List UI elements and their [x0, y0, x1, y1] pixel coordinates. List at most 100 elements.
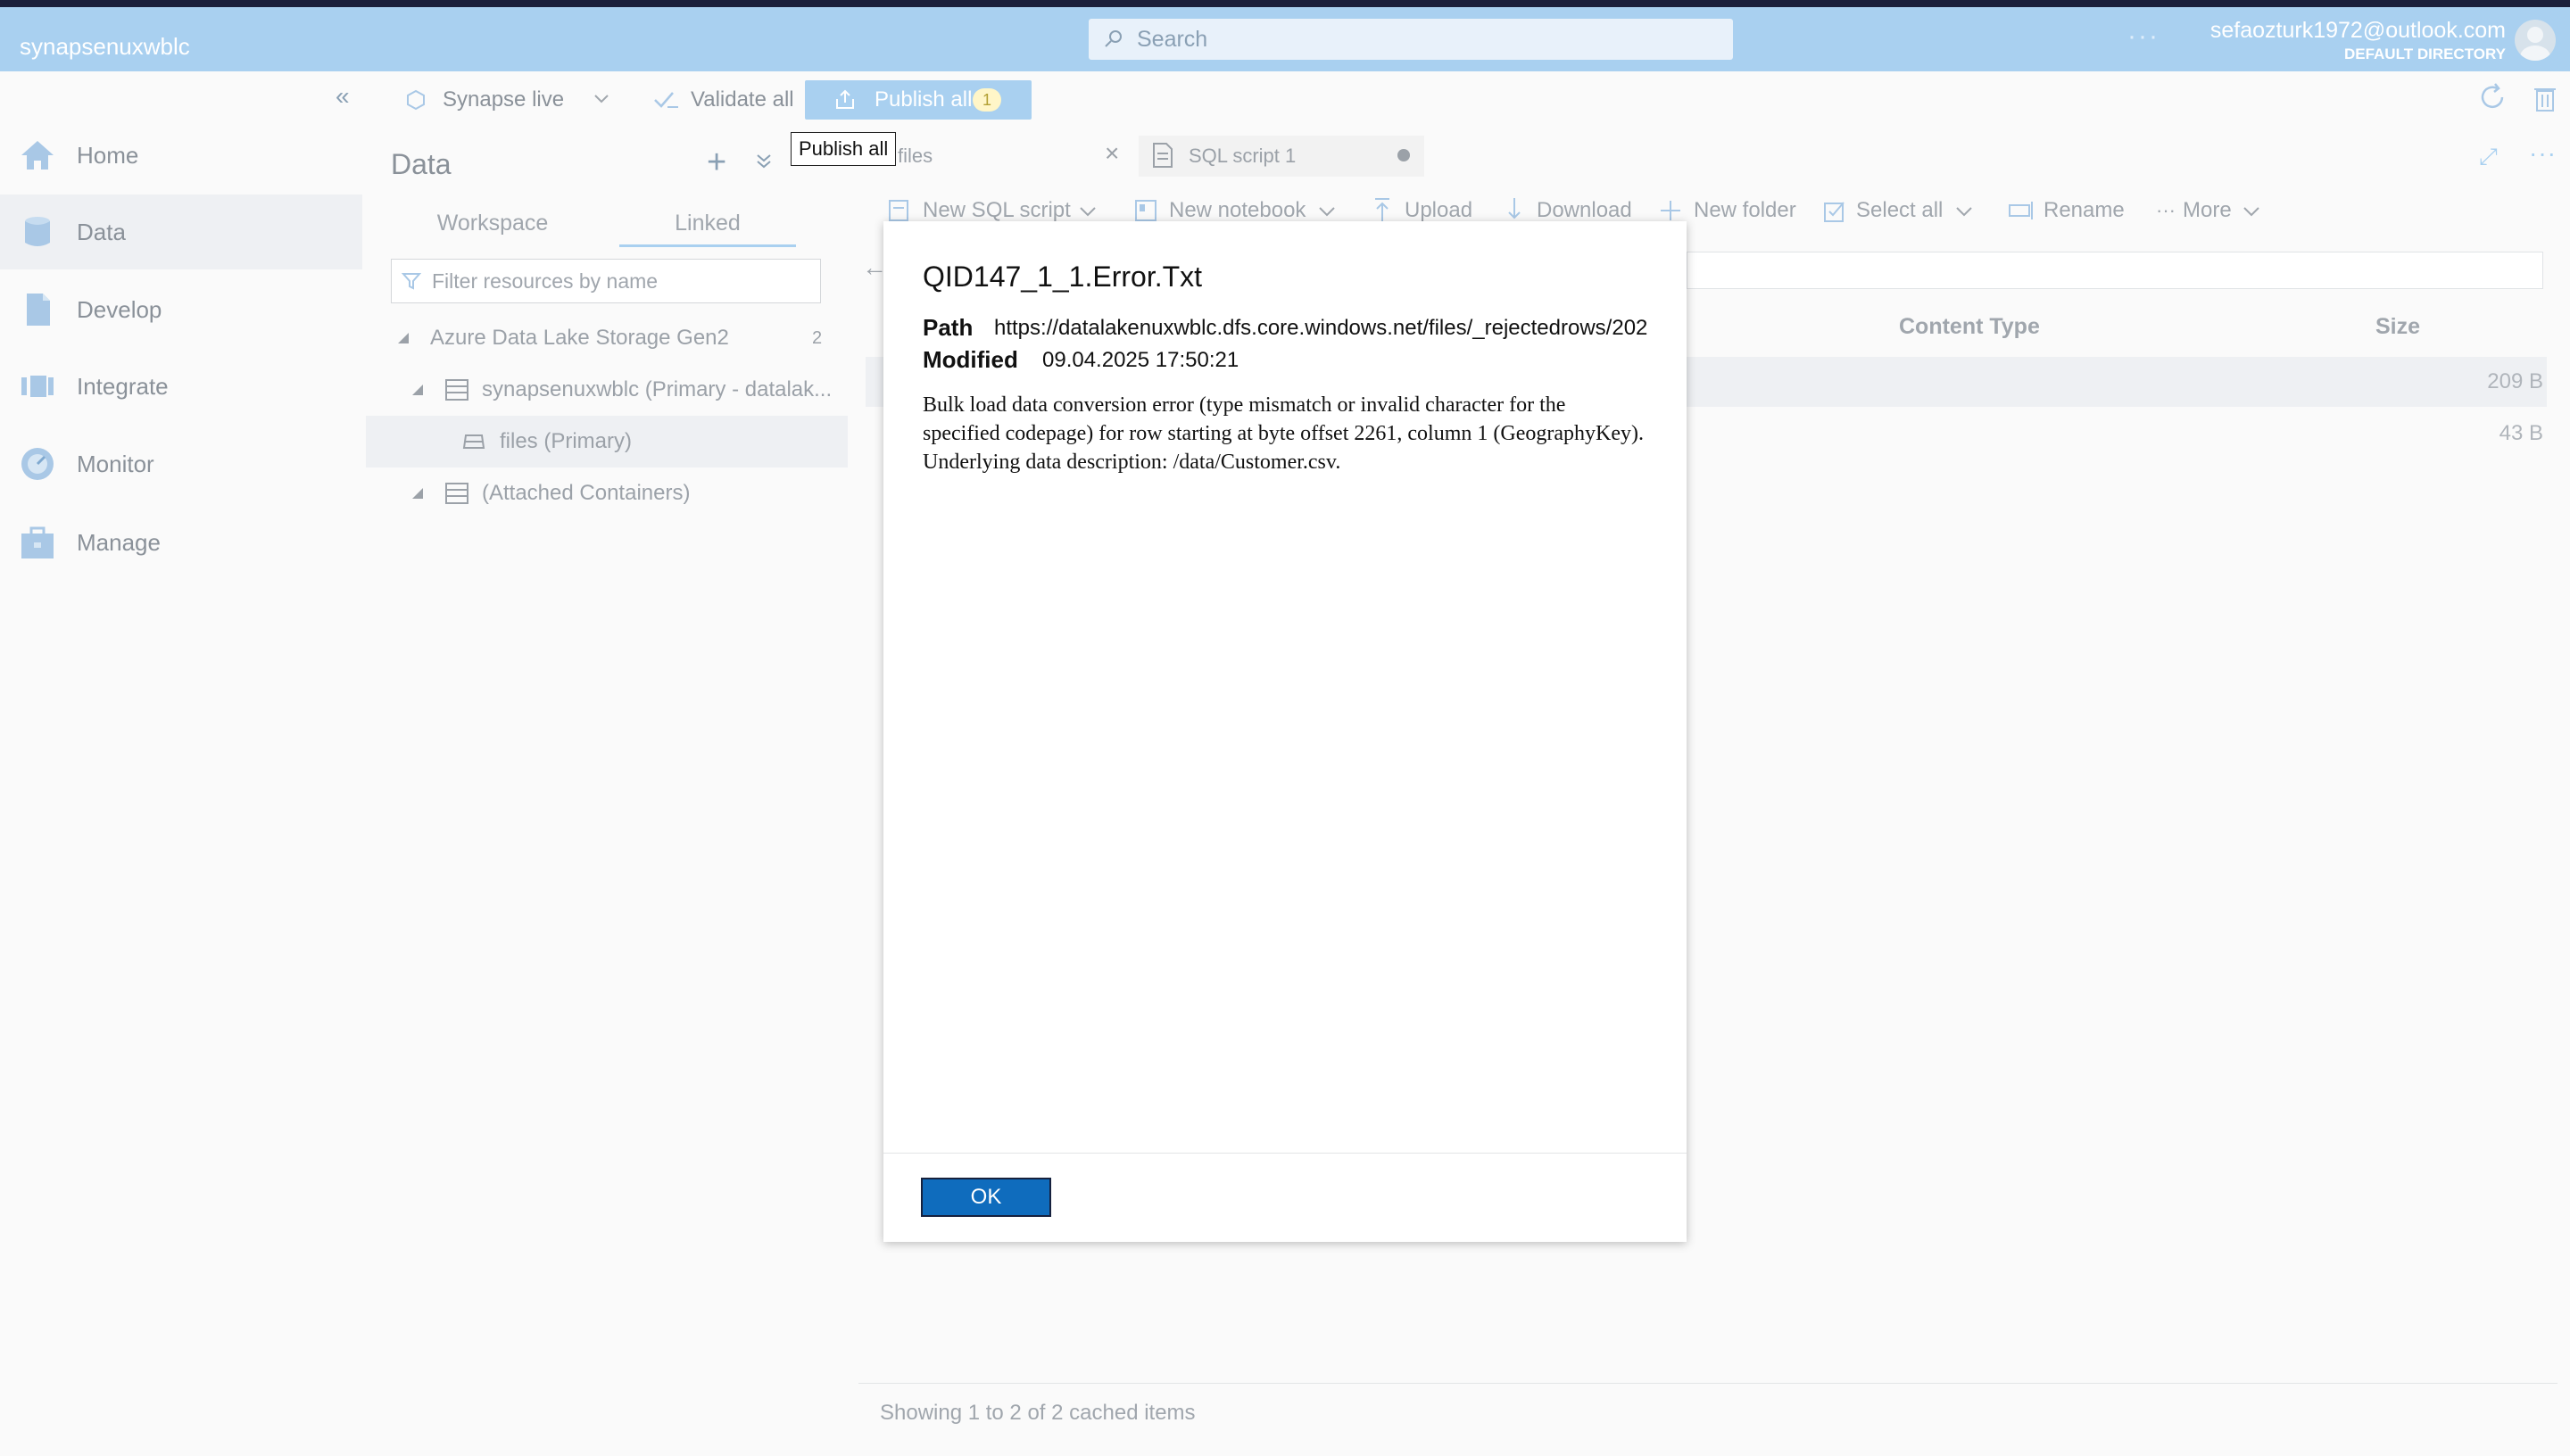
publish-all-tooltip: Publish all — [791, 132, 897, 166]
add-resource-icon[interactable]: + — [707, 145, 726, 180]
publish-count-badge: 1 — [973, 88, 1001, 112]
nav-monitor[interactable]: Monitor — [0, 426, 362, 501]
nav-integrate[interactable]: Integrate — [0, 349, 362, 424]
close-icon[interactable]: × — [1105, 139, 1119, 168]
divider — [883, 1153, 1687, 1154]
workspace-name[interactable]: synapsenuxwblc — [20, 14, 190, 79]
tree-files-label: files (Primary) — [500, 429, 632, 453]
download-icon — [1505, 196, 1524, 223]
unsaved-dot-icon — [1397, 149, 1410, 161]
column-size[interactable]: Size — [2375, 314, 2420, 340]
tree-workspace-storage[interactable]: synapsenuxwblc (Primary - datalak... — [366, 364, 848, 416]
synapse-live-icon — [405, 89, 427, 111]
more-icon: ··· — [2156, 199, 2176, 221]
publish-icon — [833, 88, 857, 112]
integrate-icon — [18, 367, 57, 406]
chevron-down-icon[interactable] — [593, 93, 610, 105]
expand-icon[interactable]: ⤢ — [2479, 143, 2498, 171]
tree-adls-count: 2 — [812, 328, 823, 348]
synapse-live-mode[interactable]: Synapse live — [443, 71, 564, 128]
expanded-triangle-icon[interactable] — [396, 332, 410, 344]
search-icon — [1103, 28, 1124, 49]
path-value: https://datalakenuxwblc.dfs.core.windows… — [994, 316, 1647, 340]
refresh-icon[interactable] — [2477, 82, 2508, 112]
header-more-icon[interactable]: ··· — [2127, 21, 2160, 52]
upload-icon — [1372, 196, 1392, 223]
home-icon — [18, 136, 57, 175]
tab-files[interactable]: files — [898, 145, 933, 168]
dialog-title: QID147_1_1.Error.Txt — [923, 261, 1203, 293]
collapse-nav-icon[interactable]: « — [336, 82, 350, 111]
rename-icon — [2008, 200, 2036, 221]
divider — [858, 1383, 2558, 1384]
rename-button[interactable]: Rename — [2044, 193, 2125, 228]
chevron-down-icon[interactable] — [1317, 205, 1337, 218]
user-directory: DEFAULT DIRECTORY — [2343, 46, 2506, 62]
file-size: 209 B — [2487, 369, 2543, 393]
filter-icon — [402, 271, 421, 291]
tab-workspace[interactable]: Workspace — [419, 207, 566, 246]
manage-icon — [18, 523, 57, 562]
window-top-strip — [0, 0, 2570, 7]
storage-account-icon — [444, 378, 469, 401]
discard-all-icon[interactable] — [2533, 84, 2558, 112]
tree-storage-label: synapsenuxwblc (Primary - datalak... — [482, 377, 833, 401]
nav-develop[interactable]: Develop — [0, 272, 362, 347]
develop-icon — [18, 290, 57, 329]
tab-linked[interactable]: Linked — [619, 207, 796, 246]
container-icon — [460, 430, 487, 451]
tree-attached-containers[interactable]: (Attached Containers) — [366, 467, 848, 519]
publish-all-label: Publish all — [875, 87, 973, 112]
expanded-triangle-icon[interactable] — [410, 384, 425, 396]
path-bar[interactable] — [1687, 252, 2543, 289]
nav-manage-label: Manage — [77, 529, 161, 556]
select-all-button[interactable]: Select all — [1856, 193, 1943, 228]
new-notebook-icon — [1133, 198, 1158, 223]
storage-account-icon — [444, 482, 469, 505]
search-input[interactable] — [1137, 19, 1726, 60]
status-text: Showing 1 to 2 of 2 cached items — [880, 1401, 1196, 1425]
modified-label: Modified — [923, 346, 1018, 373]
tab-more-icon[interactable]: ··· — [2529, 139, 2557, 168]
file-preview-dialog — [883, 221, 1687, 1242]
nav-develop-label: Develop — [77, 296, 162, 323]
tab-sql-script-label: SQL script 1 — [1189, 145, 1297, 167]
nav-monitor-label: Monitor — [77, 451, 154, 477]
sql-script-icon — [1151, 142, 1174, 169]
tree-adls-label: Azure Data Lake Storage Gen2 — [430, 326, 729, 350]
add-icon — [1658, 198, 1683, 223]
avatar[interactable] — [2515, 20, 2556, 61]
file-size: 43 B — [2499, 421, 2543, 445]
tree-adls-gen2[interactable]: Azure Data Lake Storage Gen2 2 — [366, 312, 848, 364]
file-content: Bulk load data conversion error (type mi… — [923, 393, 1644, 474]
filter-input[interactable] — [432, 261, 816, 302]
expanded-triangle-icon[interactable] — [410, 487, 425, 500]
select-all-icon — [1822, 198, 1847, 223]
tree-attached-label: (Attached Containers) — [482, 481, 691, 505]
nav-home[interactable]: Home — [0, 118, 362, 193]
validate-icon — [653, 89, 680, 111]
chevron-down-icon[interactable] — [2242, 205, 2261, 218]
chevron-down-icon[interactable] — [1954, 205, 1974, 218]
collapse-all-icon[interactable] — [755, 152, 773, 171]
nav-data[interactable]: Data — [0, 194, 362, 269]
tree-files-container[interactable]: files (Primary) — [366, 416, 848, 467]
active-tab-indicator — [619, 244, 796, 247]
monitor-icon — [18, 444, 57, 484]
modified-value: 09.04.2025 17:50:21 — [1042, 348, 1239, 372]
data-icon — [18, 212, 57, 252]
chevron-down-icon[interactable] — [1078, 205, 1098, 218]
more-button[interactable]: More — [2183, 193, 2232, 228]
nav-manage[interactable]: Manage — [0, 505, 362, 580]
nav-home-label: Home — [77, 142, 139, 169]
data-panel-title: Data — [391, 148, 452, 180]
nav-data-label: Data — [77, 219, 126, 245]
new-folder-button[interactable]: New folder — [1694, 193, 1796, 228]
ok-button[interactable]: OK — [921, 1178, 1051, 1217]
new-sql-script-icon — [887, 198, 912, 223]
path-label: Path — [923, 314, 974, 341]
nav-integrate-label: Integrate — [77, 373, 169, 400]
user-email[interactable]: sefaozturk1972@outlook.com — [2204, 18, 2506, 44]
column-content-type[interactable]: Content Type — [1899, 314, 2040, 340]
validate-all-button[interactable]: Validate all — [691, 71, 794, 128]
